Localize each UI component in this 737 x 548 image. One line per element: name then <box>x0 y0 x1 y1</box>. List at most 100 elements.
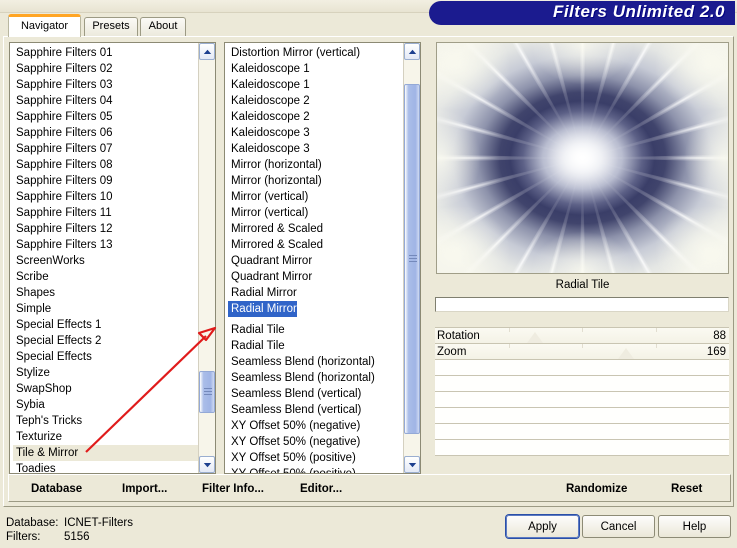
category-list-item[interactable]: SwapShop <box>13 381 198 397</box>
tab-navigator[interactable]: Navigator <box>8 14 81 37</box>
category-list-item[interactable]: Simple <box>13 301 198 317</box>
filter-list-item[interactable]: Kaleidoscope 3 <box>228 141 403 157</box>
filter-scroll-thumb[interactable] <box>404 84 420 434</box>
category-list-item[interactable]: Sapphire Filters 01 <box>13 45 198 61</box>
database-button[interactable]: Database <box>31 480 82 498</box>
filter-list-item[interactable]: Radial Mirror <box>228 285 403 301</box>
filter-list-item[interactable]: Kaleidoscope 2 <box>228 93 403 109</box>
randomize-button[interactable]: Randomize <box>566 480 627 498</box>
cancel-button-label: Cancel <box>600 520 637 533</box>
tab-about[interactable]: About <box>140 17 186 36</box>
slider-thumb[interactable] <box>618 348 634 359</box>
category-list-item[interactable]: Sapphire Filters 06 <box>13 125 198 141</box>
category-scroll-thumb[interactable] <box>199 371 215 413</box>
filter-list-item-label: Mirror (horizontal) <box>231 159 322 171</box>
category-list-item[interactable]: ScreenWorks <box>13 253 198 269</box>
help-button[interactable]: Help <box>658 515 731 538</box>
filter-list-item[interactable]: Seamless Blend (vertical) <box>228 386 403 402</box>
filter-list-scrollbar[interactable] <box>403 43 420 473</box>
filter-list-item[interactable]: Mirror (horizontal) <box>228 157 403 173</box>
category-list-item[interactable]: Teph's Tricks <box>13 413 198 429</box>
filter-list-item[interactable]: XY Offset 50% (positive) <box>228 466 403 473</box>
category-list-item[interactable]: Sapphire Filters 09 <box>13 173 198 189</box>
slider-row[interactable]: Rotation 88 <box>435 328 729 344</box>
preset-name-input[interactable] <box>435 297 729 312</box>
category-list-item[interactable]: Sybia <box>13 397 198 413</box>
category-list-item[interactable]: Sapphire Filters 02 <box>13 61 198 77</box>
filter-list-item[interactable]: Kaleidoscope 3 <box>228 125 403 141</box>
app-title: Filters Unlimited 2.0 <box>552 2 725 21</box>
filter-list-item[interactable]: Kaleidoscope 1 <box>228 77 403 93</box>
category-list-item[interactable]: Sapphire Filters 04 <box>13 93 198 109</box>
filter-scroll-down-button[interactable] <box>404 456 420 473</box>
apply-button[interactable]: Apply <box>506 515 579 538</box>
category-list-item[interactable]: Scribe <box>13 269 198 285</box>
filter-list-item[interactable]: Seamless Blend (horizontal) <box>228 370 403 386</box>
category-list-item[interactable]: Sapphire Filters 11 <box>13 205 198 221</box>
filter-list-item[interactable]: Kaleidoscope 1 <box>228 61 403 77</box>
category-list-item[interactable]: Toadies <box>13 461 198 473</box>
category-list-item[interactable]: Sapphire Filters 07 <box>13 141 198 157</box>
filter-info-button[interactable]: Filter Info... <box>202 480 264 498</box>
tab-presets[interactable]: Presets <box>84 17 138 36</box>
category-list-item[interactable]: Sapphire Filters 05 <box>13 109 198 125</box>
editor-button[interactable]: Editor... <box>300 480 342 498</box>
filter-list-item[interactable]: XY Offset 50% (negative) <box>228 434 403 450</box>
filter-preview[interactable] <box>436 42 729 274</box>
filter-list-item[interactable]: XY Offset 50% (negative) <box>228 418 403 434</box>
scroll-grip-icon <box>204 388 212 396</box>
import-button[interactable]: Import... <box>122 480 167 498</box>
category-list-item-label: Sapphire Filters 12 <box>16 223 113 235</box>
filter-list-item[interactable]: XY Offset 50% (positive) <box>228 450 403 466</box>
filter-list-item[interactable]: Mirror (horizontal) <box>228 173 403 189</box>
filter-list-item[interactable]: Kaleidoscope 2 <box>228 109 403 125</box>
filter-list-item-label: XY Offset 50% (negative) <box>231 420 361 432</box>
slider-thumb[interactable] <box>527 332 543 343</box>
category-list-item[interactable]: Sapphire Filters 13 <box>13 237 198 253</box>
category-list-item[interactable]: Tile & Mirror <box>13 445 198 461</box>
filter-list-item[interactable]: Radial Mirror <box>228 301 297 317</box>
category-list-item[interactable]: Special Effects 1 <box>13 317 198 333</box>
category-list-item[interactable]: Special Effects 2 <box>13 333 198 349</box>
reset-button[interactable]: Reset <box>671 480 702 498</box>
filter-list-item[interactable]: Quadrant Mirror <box>228 253 403 269</box>
category-list-item-label: Sapphire Filters 10 <box>16 191 113 203</box>
filter-name-caption: Radial Tile <box>555 279 610 291</box>
scroll-down-button[interactable] <box>199 456 215 473</box>
filter-list-item[interactable]: Mirror (vertical) <box>228 205 403 221</box>
filter-list-item[interactable]: Mirrored & Scaled <box>228 237 403 253</box>
category-list-item[interactable]: Special Effects <box>13 349 198 365</box>
filter-list-item[interactable]: Radial Tile <box>228 322 403 338</box>
filter-effect-list[interactable]: Distortion Mirror (vertical) Kaleidoscope… <box>224 42 421 474</box>
parameter-sliders: Rotation 88 Zoom 169 <box>435 327 729 475</box>
filter-category-list[interactable]: Sapphire Filters 01 Sapphire Filters 02 Sa… <box>9 42 216 474</box>
cancel-button[interactable]: Cancel <box>582 515 655 538</box>
editor-button-label: Editor... <box>300 483 343 495</box>
filter-list-item[interactable]: Radial Tile <box>228 338 403 354</box>
category-list-item-label: Sapphire Filters 01 <box>16 47 113 59</box>
filter-list-item[interactable]: Mirrored & Scaled <box>228 221 403 237</box>
category-list-scrollbar[interactable] <box>198 43 215 473</box>
filter-list-item[interactable]: Seamless Blend (horizontal) <box>228 354 403 370</box>
category-list-item[interactable]: Sapphire Filters 08 <box>13 157 198 173</box>
filter-list-item[interactable]: Distortion Mirror (vertical) <box>228 45 403 61</box>
category-list-item[interactable]: Shapes <box>13 285 198 301</box>
category-list-item-label: Special Effects 1 <box>16 319 102 331</box>
slider-row[interactable]: Zoom 169 <box>435 344 729 360</box>
filter-scroll-up-button[interactable] <box>404 43 420 60</box>
category-list-item[interactable]: Stylize <box>13 365 198 381</box>
filter-list-item[interactable]: Seamless Blend (vertical) <box>228 402 403 418</box>
filter-list-item[interactable]: Quadrant Mirror <box>228 269 403 285</box>
category-list-item-label: Shapes <box>16 287 56 299</box>
filter-list-item-label: Kaleidoscope 3 <box>231 143 310 155</box>
category-rows: Sapphire Filters 01 Sapphire Filters 02 Sa… <box>10 43 198 473</box>
filter-list-item[interactable]: Mirror (vertical) <box>228 189 403 205</box>
slider-row-empty <box>435 376 729 392</box>
category-list-item[interactable]: Sapphire Filters 03 <box>13 77 198 93</box>
category-list-item[interactable]: Texturize <box>13 429 198 445</box>
category-list-item-label: Scribe <box>16 271 49 283</box>
scroll-up-button[interactable] <box>199 43 215 60</box>
slider-label: Rotation <box>437 330 480 342</box>
category-list-item[interactable]: Sapphire Filters 10 <box>13 189 198 205</box>
category-list-item[interactable]: Sapphire Filters 12 <box>13 221 198 237</box>
